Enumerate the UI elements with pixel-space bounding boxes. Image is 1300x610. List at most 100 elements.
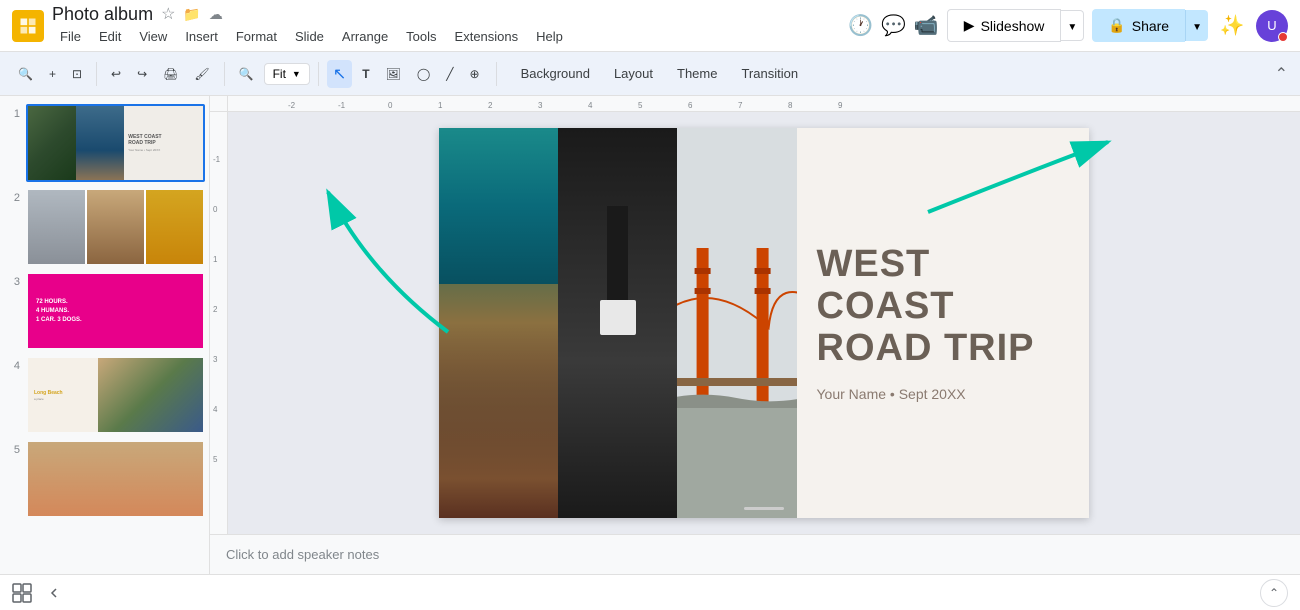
menu-file[interactable]: File	[52, 25, 89, 48]
menu-format[interactable]: Format	[228, 25, 285, 48]
grid-view-button[interactable]	[12, 583, 32, 603]
slide-number-1: 1	[4, 104, 20, 120]
menu-view[interactable]: View	[131, 25, 175, 48]
svg-text:3: 3	[213, 355, 218, 364]
slide-preview-1[interactable]: WEST COASTROAD TRIP Your Name • Sept 20X…	[26, 104, 205, 182]
theme-button[interactable]: Theme	[667, 62, 727, 85]
slide-number-3: 3	[4, 272, 20, 288]
paint-format-button[interactable]: 🖌	[188, 63, 215, 85]
feet-overlay	[582, 206, 654, 440]
layout-button[interactable]: Layout	[604, 62, 663, 85]
menu-edit[interactable]: Edit	[91, 25, 129, 48]
shapes-tool[interactable]: ◯	[411, 63, 436, 85]
redo-button[interactable]: ↪	[131, 63, 153, 85]
menu-help[interactable]: Help	[528, 25, 571, 48]
slide-preview-4[interactable]: Long Beach a place	[26, 356, 205, 434]
svg-text:-1: -1	[338, 101, 346, 110]
svg-text:-1: -1	[213, 155, 221, 164]
slide-subtitle[interactable]: Your Name • Sept 20XX	[817, 386, 1070, 402]
cursor-tool[interactable]: ↖	[327, 60, 352, 88]
main-slide[interactable]: WEST COAST ROAD TRIP Your Name • Sept 20…	[439, 128, 1089, 518]
legs	[607, 206, 628, 300]
image-tool[interactable]: 🖼	[380, 63, 407, 85]
slide-photo-3	[677, 128, 796, 518]
slide-panel: 1 WEST COASTROAD TRIP Your Name • Sept 2…	[0, 96, 210, 574]
cloud-icon[interactable]: ☁	[209, 6, 223, 23]
menu-insert[interactable]: Insert	[177, 25, 226, 48]
zoom-reset-button[interactable]: 🔍	[233, 63, 260, 85]
text-tool[interactable]: T	[356, 63, 375, 85]
svg-text:5: 5	[213, 455, 218, 464]
slide-thumbnail-5[interactable]: 5	[4, 440, 205, 518]
svg-text:9: 9	[838, 101, 843, 110]
slide-thumbnail-1[interactable]: 1 WEST COASTROAD TRIP Your Name • Sept 2…	[4, 104, 205, 182]
slide-preview-3[interactable]: 72 HOURS.4 HUMANS.1 CAR. 3 DOGS.	[26, 272, 205, 350]
slideshow-dropdown-button[interactable]: ▼	[1061, 10, 1084, 41]
slide-thumbnail-4[interactable]: 4 Long Beach a place	[4, 356, 205, 434]
slide4-title: Long Beach	[34, 390, 92, 396]
toolbar: 🔍 + ⊡ ↩ ↪ 🖨 🖌 🔍 Fit ▼ ↖ T 🖼 ◯ ╱ ⊕ Backgr…	[0, 52, 1300, 96]
speaker-notes[interactable]: Click to add speaker notes	[210, 534, 1300, 574]
menu-arrange[interactable]: Arrange	[334, 25, 396, 48]
share-button-group: 🔒 Share ▼	[1092, 9, 1208, 42]
zoom-out-button[interactable]: ⊡	[66, 63, 88, 85]
zoom-in-button[interactable]: +	[43, 63, 62, 85]
print-button[interactable]: 🖨	[157, 63, 184, 85]
star-icon[interactable]: ☆	[161, 4, 175, 24]
slide-preview-2[interactable]	[26, 188, 205, 266]
transition-button[interactable]: Transition	[731, 62, 808, 85]
menu-tools[interactable]: Tools	[398, 25, 444, 48]
toolbar-separator-3	[318, 62, 319, 86]
ruler-vertical: -1 0 1 2 3 4 5	[210, 112, 228, 534]
lock-icon: 🔒	[1108, 17, 1125, 34]
comment-tool[interactable]: ⊕	[464, 63, 486, 85]
user-avatar[interactable]: U	[1256, 10, 1288, 42]
slide1-thumb-title: WEST COASTROAD TRIP	[128, 134, 199, 146]
ruler-row: -2 -1 0 1 2 3 4 5 6 7 8 9	[210, 96, 1300, 112]
slide-text-area[interactable]: WEST COAST ROAD TRIP Your Name • Sept 20…	[797, 128, 1090, 518]
notification-badge	[1278, 32, 1288, 42]
menu-slide[interactable]: Slide	[287, 25, 332, 48]
zoom-dropdown-icon: ▼	[292, 69, 301, 79]
chevron-down-icon: ▼	[1192, 22, 1202, 33]
svg-text:1: 1	[438, 101, 443, 110]
accessibility-button[interactable]: ⌃	[1260, 579, 1288, 607]
camera-icon[interactable]: 📹	[914, 13, 939, 38]
toolbar-separator-1	[96, 62, 97, 86]
collapse-toolbar-button[interactable]: ⌃	[1275, 64, 1288, 84]
canvas-scroll[interactable]: WEST COAST ROAD TRIP Your Name • Sept 20…	[228, 112, 1300, 534]
slide-thumbnail-3[interactable]: 3 72 HOURS.4 HUMANS.1 CAR. 3 DOGS.	[4, 272, 205, 350]
slide-number-2: 2	[4, 188, 20, 204]
canvas-with-ruler: -1 0 1 2 3 4 5	[210, 112, 1300, 534]
menu-extensions[interactable]: Extensions	[447, 25, 527, 48]
svg-text:4: 4	[588, 101, 593, 110]
comments-icon[interactable]: 💬	[881, 13, 906, 38]
zoom-control[interactable]: Fit ▼	[264, 63, 310, 85]
share-button[interactable]: 🔒 Share	[1092, 9, 1185, 42]
slideshow-button[interactable]: ▶ Slideshow	[947, 9, 1062, 42]
canvas-area: -2 -1 0 1 2 3 4 5 6 7 8 9 -1	[210, 96, 1300, 574]
rock-overlay	[439, 323, 558, 518]
sidebar-toggle-button[interactable]	[44, 583, 64, 603]
title-section: Photo album ☆ 📁 ☁ File Edit View Insert …	[52, 4, 571, 48]
share-dropdown-button[interactable]: ▼	[1185, 10, 1208, 41]
slide-thumbnail-2[interactable]: 2	[4, 188, 205, 266]
photo-strip	[439, 128, 797, 518]
slide3-text: 72 HOURS.4 HUMANS.1 CAR. 3 DOGS.	[36, 298, 82, 325]
ai-sparkle-icon[interactable]: ✨	[1216, 10, 1248, 42]
document-title[interactable]: Photo album	[52, 4, 153, 25]
search-button[interactable]: 🔍	[12, 63, 39, 85]
slide-preview-5[interactable]	[26, 440, 205, 518]
slideshow-button-group: ▶ Slideshow ▼	[947, 9, 1085, 42]
undo-button[interactable]: ↩	[105, 63, 127, 85]
svg-text:5: 5	[638, 101, 643, 110]
slide-main-title[interactable]: WEST COAST ROAD TRIP	[817, 244, 1070, 369]
background-button[interactable]: Background	[511, 62, 600, 85]
titlebar: Photo album ☆ 📁 ☁ File Edit View Insert …	[0, 0, 1300, 52]
toolbar-separator-2	[224, 62, 225, 86]
title-right-actions: 🕐 💬 📹 ▶ Slideshow ▼ 🔒 Share ▼ ✨ U	[848, 9, 1288, 42]
main-area: 1 WEST COASTROAD TRIP Your Name • Sept 2…	[0, 96, 1300, 574]
folder-icon[interactable]: 📁	[183, 6, 200, 23]
line-tool[interactable]: ╱	[440, 63, 459, 85]
history-icon[interactable]: 🕐	[848, 13, 873, 38]
